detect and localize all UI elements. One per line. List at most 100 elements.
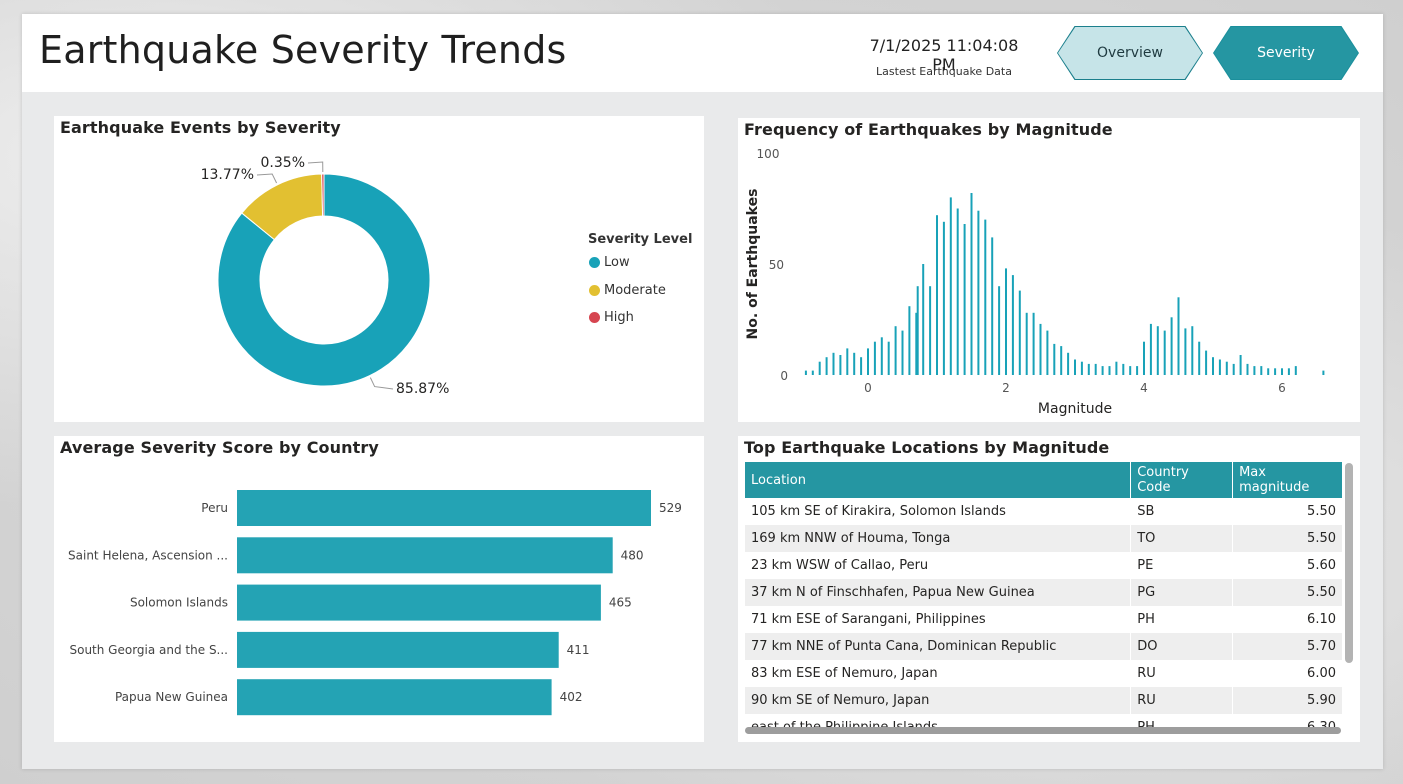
histogram-bar[interactable]: [1177, 297, 1180, 375]
histogram-bar[interactable]: [901, 330, 904, 375]
histogram-bar[interactable]: [887, 341, 890, 375]
cell-max-magnitude: 5.90: [1232, 687, 1343, 714]
cell-country-code: PH: [1130, 606, 1234, 633]
histogram-bar[interactable]: [1198, 341, 1201, 375]
histogram-bar[interactable]: [1260, 366, 1263, 375]
country-bar[interactable]: [237, 584, 601, 621]
histogram-bar[interactable]: [1184, 328, 1187, 375]
histogram-bar[interactable]: [873, 341, 876, 375]
histogram-bar[interactable]: [1087, 363, 1090, 375]
histogram-bar[interactable]: [956, 208, 959, 376]
histogram-bar[interactable]: [1274, 368, 1277, 375]
histogram-bar[interactable]: [1232, 363, 1235, 375]
table-row[interactable]: 83 km ESE of Nemuro, Japan RU 6.00: [745, 660, 1343, 687]
table-row[interactable]: 169 km NNW of Houma, Tonga TO 5.50: [745, 525, 1343, 552]
histogram-bar[interactable]: [1080, 361, 1083, 375]
country-bar[interactable]: [237, 490, 651, 526]
table-row[interactable]: 90 km SE of Nemuro, Japan RU 5.90: [745, 687, 1343, 714]
histogram-bar[interactable]: [1005, 268, 1007, 375]
histogram-bar[interactable]: [853, 352, 856, 375]
country-bar[interactable]: [237, 679, 552, 716]
histogram-bar[interactable]: [984, 219, 987, 375]
histogram-bar[interactable]: [811, 370, 814, 375]
histogram-bar[interactable]: [977, 210, 980, 375]
histogram-bar[interactable]: [1067, 352, 1070, 375]
histogram-bar[interactable]: [1094, 363, 1097, 375]
table-row[interactable]: 37 km N of Finschhafen, Papua New Guinea…: [745, 579, 1343, 606]
histogram-bar[interactable]: [825, 357, 828, 375]
histogram-bar[interactable]: [839, 355, 842, 375]
overview-nav-button[interactable]: Overview: [1057, 26, 1203, 80]
histogram-bar[interactable]: [1191, 326, 1194, 375]
histogram-bar[interactable]: [804, 370, 807, 375]
histogram-bar[interactable]: [998, 286, 1001, 375]
histogram-bar[interactable]: [860, 357, 863, 375]
histogram-bar[interactable]: [1032, 312, 1035, 375]
histogram-bar[interactable]: [963, 224, 966, 375]
histogram-bar[interactable]: [942, 221, 945, 375]
column-header-max-magnitude[interactable]: Max magnitude: [1232, 462, 1343, 498]
country-bar[interactable]: [237, 631, 559, 668]
histogram-bar[interactable]: [1025, 312, 1028, 375]
table-row[interactable]: 71 km ESE of Sarangani, Philippines PH 6.1…: [745, 606, 1343, 633]
histogram-bar[interactable]: [1149, 323, 1152, 375]
histogram-bar[interactable]: [1108, 366, 1111, 375]
column-header-location[interactable]: Location: [745, 462, 1132, 498]
histogram-bar[interactable]: [922, 264, 925, 375]
histogram-bar[interactable]: [1246, 363, 1249, 375]
histogram-bar[interactable]: [1122, 363, 1125, 375]
histogram-bar[interactable]: [1170, 317, 1173, 375]
histogram-bar[interactable]: [1039, 323, 1042, 375]
histogram-bar[interactable]: [1060, 346, 1063, 375]
histogram-bar[interactable]: [1322, 370, 1325, 375]
histogram-bar[interactable]: [1212, 357, 1214, 375]
table-row[interactable]: 105 km SE of Kirakira, Solomon Islands SB…: [745, 498, 1343, 525]
histogram-bar[interactable]: [970, 193, 973, 375]
histogram-bar[interactable]: [1239, 355, 1242, 375]
histogram-bar[interactable]: [1294, 366, 1297, 375]
histogram-bar[interactable]: [832, 352, 835, 375]
histogram-bar[interactable]: [846, 348, 849, 375]
legend-item-high[interactable]: High: [589, 310, 634, 325]
cell-location: 90 km SE of Nemuro, Japan: [745, 687, 1132, 714]
histogram-bar[interactable]: [1218, 359, 1221, 376]
histogram-bar[interactable]: [1253, 366, 1256, 375]
histogram-bar[interactable]: [1205, 350, 1208, 375]
histogram-bar[interactable]: [1267, 368, 1270, 375]
histogram-bar[interactable]: [1101, 366, 1104, 375]
histogram-bar[interactable]: [1074, 359, 1076, 376]
histogram-bar[interactable]: [1129, 366, 1132, 375]
histogram-bar[interactable]: [1046, 330, 1049, 375]
histogram-bar[interactable]: [880, 337, 883, 375]
table-row[interactable]: 77 km NNE of Punta Cana, Dominican Repub…: [745, 633, 1343, 660]
histogram-bar[interactable]: [1281, 368, 1283, 375]
column-header-country-code[interactable]: Country Code: [1130, 462, 1234, 498]
vertical-scrollbar[interactable]: [1345, 463, 1353, 663]
histogram-bar[interactable]: [936, 215, 938, 375]
histogram-bar[interactable]: [1156, 326, 1159, 375]
histogram-bar[interactable]: [1225, 361, 1228, 375]
histogram-bar[interactable]: [867, 348, 869, 375]
histogram-bar[interactable]: [1136, 366, 1139, 375]
histogram-bar[interactable]: [1018, 290, 1021, 375]
histogram-bar[interactable]: [949, 197, 952, 375]
histogram-bar[interactable]: [1287, 368, 1290, 375]
donut-slice-high[interactable]: [321, 173, 325, 217]
histogram-bar[interactable]: [1011, 275, 1014, 375]
histogram-bar[interactable]: [908, 306, 911, 375]
histogram-bar[interactable]: [1115, 361, 1118, 375]
histogram-bar[interactable]: [1053, 343, 1056, 375]
severity-nav-button[interactable]: Severity: [1213, 26, 1359, 80]
legend-item-moderate[interactable]: Moderate: [589, 283, 666, 298]
histogram-bar[interactable]: [916, 286, 919, 375]
histogram-bar[interactable]: [818, 361, 821, 375]
histogram-bar[interactable]: [1163, 330, 1166, 375]
country-bar[interactable]: [237, 537, 613, 574]
histogram-bar[interactable]: [991, 237, 994, 375]
histogram-bar[interactable]: [1143, 341, 1145, 375]
legend-item-low[interactable]: Low: [589, 255, 630, 270]
horizontal-scrollbar[interactable]: [745, 727, 1341, 734]
table-row[interactable]: 23 km WSW of Callao, Peru PE 5.60: [745, 552, 1343, 579]
histogram-bar[interactable]: [894, 326, 897, 375]
histogram-bar[interactable]: [929, 286, 932, 375]
